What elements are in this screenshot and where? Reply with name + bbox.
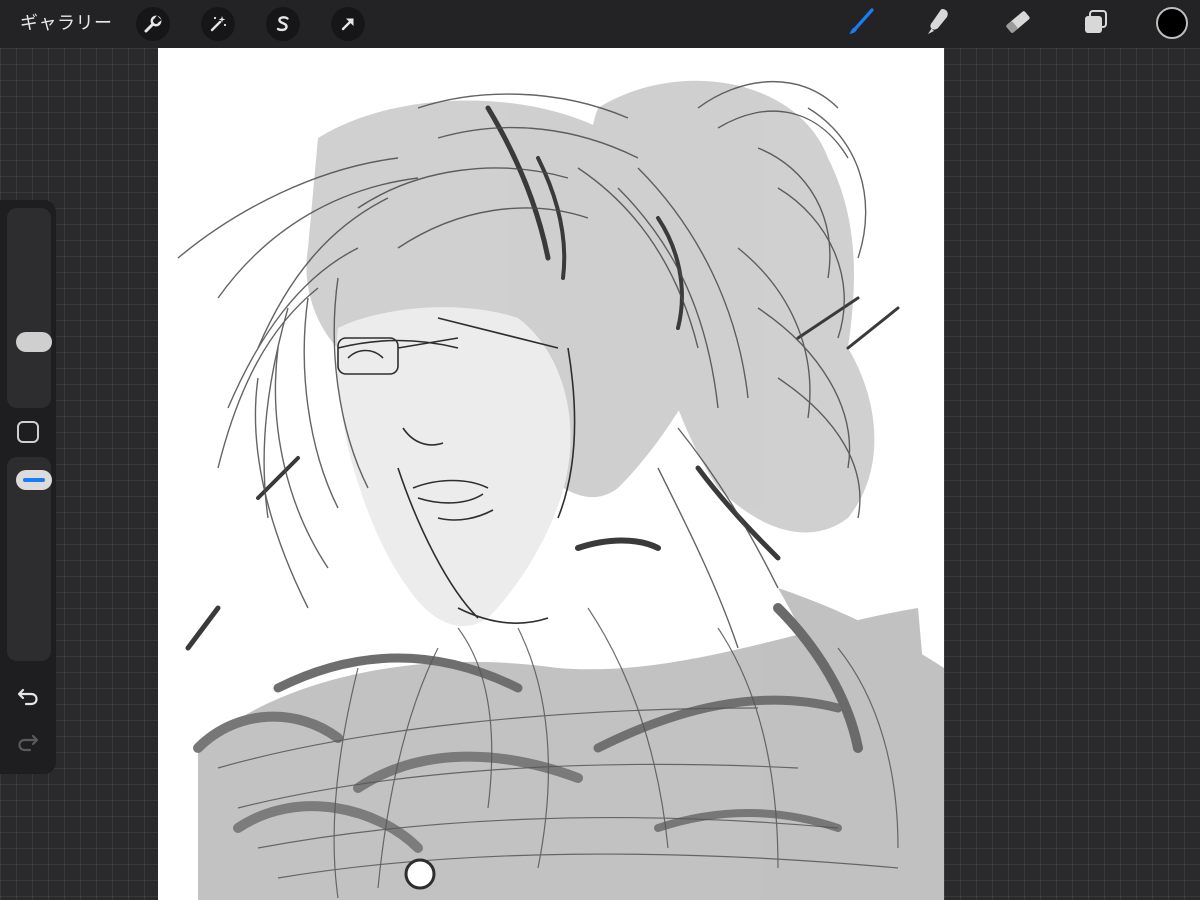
wrench-icon <box>143 14 163 34</box>
brush-size-thumb[interactable] <box>16 332 52 353</box>
drawing-canvas[interactable] <box>158 48 944 900</box>
smudge-tool-button[interactable] <box>921 7 955 41</box>
modify-square-icon[interactable] <box>17 421 39 443</box>
eraser-tool-button[interactable] <box>1001 7 1035 41</box>
opacity-slider[interactable] <box>7 457 52 661</box>
undo-button[interactable] <box>14 684 42 712</box>
redo-button[interactable] <box>14 730 42 758</box>
color-swatch[interactable] <box>1156 7 1188 39</box>
brush-icon <box>845 6 877 42</box>
layers-button[interactable] <box>1079 7 1113 41</box>
gallery-button[interactable]: ギャラリー <box>20 10 113 38</box>
adjustments-button[interactable] <box>201 7 235 41</box>
brush-tool-button[interactable] <box>844 7 878 41</box>
magic-wand-icon <box>208 14 228 34</box>
left-sidebar <box>0 200 56 774</box>
sketch-artwork <box>177 80 944 900</box>
actions-button[interactable] <box>136 7 170 41</box>
opacity-thumb[interactable] <box>16 469 52 490</box>
eraser-icon <box>1002 6 1034 42</box>
top-toolbar: ギャラリー <box>0 0 1200 48</box>
layers-icon <box>1081 7 1111 41</box>
smudge-icon <box>922 6 954 42</box>
brush-size-slider[interactable] <box>7 208 52 408</box>
selection-button[interactable] <box>266 7 300 41</box>
transform-arrow-icon <box>338 14 358 34</box>
redo-icon <box>16 731 40 757</box>
undo-icon <box>16 685 40 711</box>
transform-button[interactable] <box>331 7 365 41</box>
selection-icon <box>273 14 293 34</box>
opacity-accent-bar <box>23 477 45 482</box>
